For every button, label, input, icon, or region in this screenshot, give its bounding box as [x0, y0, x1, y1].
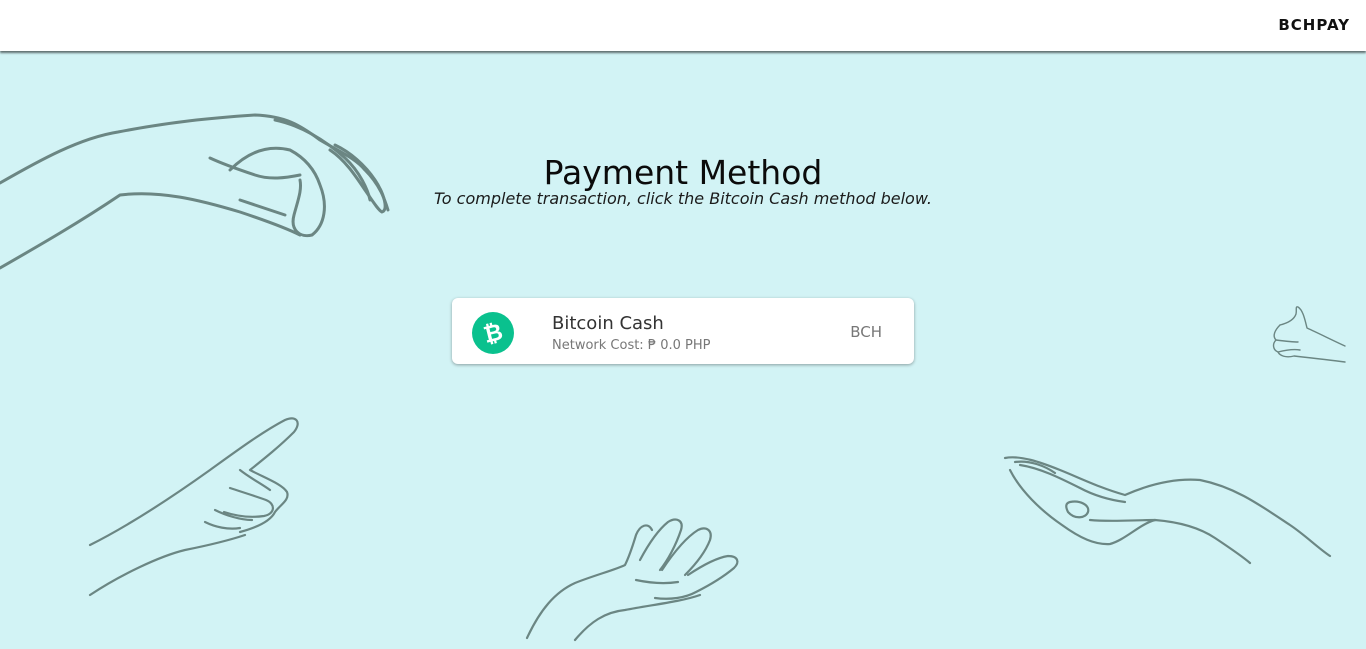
brand-logo[interactable]: BCHPAY [1278, 16, 1350, 34]
pointing-hand-illustration [88, 417, 299, 597]
top-bar: BCHPAY [0, 0, 1366, 51]
receiving-hand-illustration [1003, 456, 1332, 565]
svg-text:₿: ₿ [481, 319, 505, 349]
bitcoin-cash-icon: ₿ [472, 312, 514, 354]
thumbs-up-hand-illustration [1272, 306, 1346, 363]
page-subtitle: To complete transaction, click the Bitco… [434, 189, 932, 208]
method-name: Bitcoin Cash [552, 313, 664, 334]
open-palm-hand-illustration [525, 518, 739, 642]
page-title: Payment Method [543, 153, 823, 193]
bitcoin-cash-method-button[interactable]: ₿ Bitcoin Cash Network Cost: ₱ 0.0 PHP B… [452, 298, 914, 364]
network-cost: Network Cost: ₱ 0.0 PHP [552, 338, 711, 353]
method-ticker: BCH [850, 323, 882, 341]
